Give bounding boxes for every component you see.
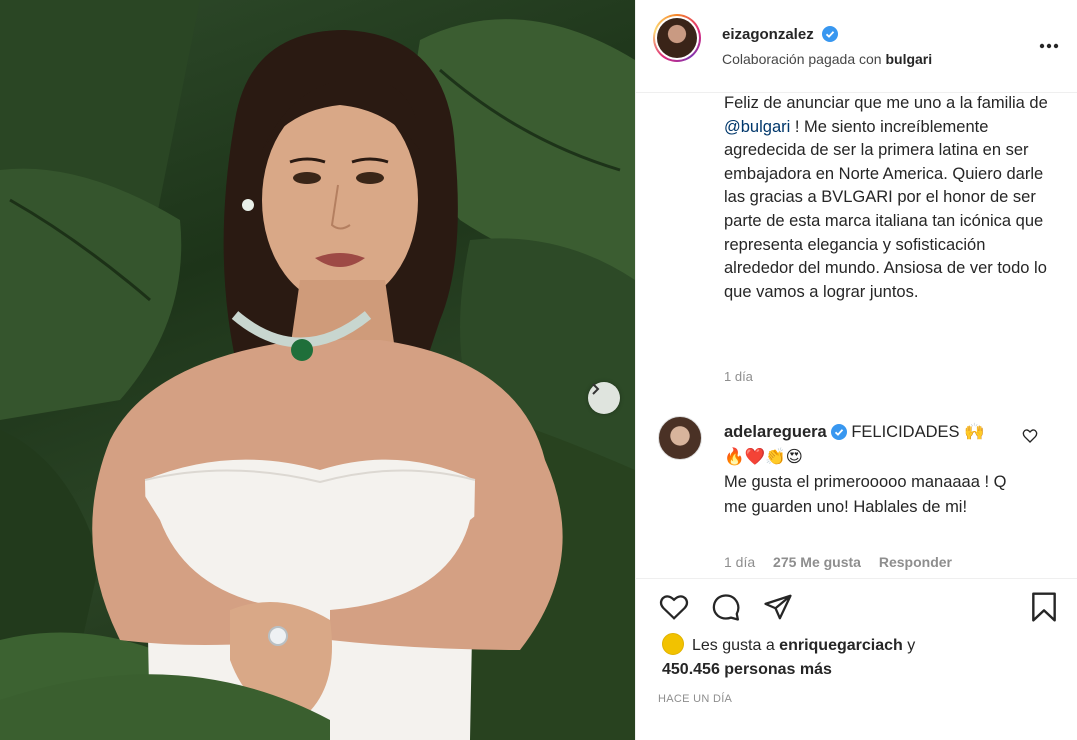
comment-emojis: 🔥❤️👏😍	[724, 448, 803, 466]
commenter-username[interactable]: adelareguera	[724, 423, 827, 441]
caption-time[interactable]: 1 día	[724, 369, 753, 384]
heart-icon	[659, 595, 689, 620]
like-comment-button[interactable]	[1022, 428, 1040, 446]
author-avatar[interactable]	[653, 14, 701, 62]
post-caption: Feliz de anunciar que me uno a la famili…	[724, 92, 1054, 304]
post-photo-illustration	[0, 0, 635, 740]
heart-icon	[1022, 429, 1038, 443]
commenter-avatar[interactable]	[658, 416, 702, 460]
paper-plane-icon	[764, 594, 792, 620]
liker-username[interactable]: enriquegarciach	[779, 637, 903, 654]
likes-mid: y	[902, 637, 916, 654]
paid-partnership-line: Colaboración pagada con bulgari	[722, 51, 932, 67]
likes-count-link[interactable]: 450.456 personas más	[662, 661, 832, 678]
like-post-button[interactable]	[658, 591, 690, 623]
partner-brand-link[interactable]: bulgari	[885, 51, 932, 67]
post-detail-panel: eizagonzalez Colaboración pagada con bul…	[635, 0, 1077, 740]
share-button[interactable]	[762, 591, 794, 623]
paid-partnership-label: Colaboración pagada con	[722, 51, 882, 67]
chevron-right-icon	[592, 383, 600, 395]
caption-mention-link[interactable]: @bulgari	[724, 118, 790, 136]
reply-button[interactable]: Responder	[879, 554, 952, 570]
caption-text-2: ! Me siento increíblemente agredecida de…	[724, 117, 1047, 301]
comment-meta: 1 día 275 Me gusta Responder	[724, 554, 966, 572]
comment-text-1: FELICIDADES 🙌	[846, 423, 985, 441]
verified-badge-icon	[821, 26, 838, 42]
likes-summary: Les gusta a enriquegarciach y 450.456 pe…	[662, 633, 1022, 682]
comment-time[interactable]: 1 día	[724, 554, 755, 570]
verified-badge-icon	[830, 424, 847, 440]
caption-text-1: Feliz de anunciar que me uno a la famili…	[724, 94, 1048, 112]
more-options-button[interactable]	[1037, 34, 1061, 58]
next-photo-button[interactable]	[588, 382, 620, 414]
post-header: eizagonzalez Colaboración pagada con bul…	[636, 0, 1077, 93]
comment-button[interactable]	[710, 591, 742, 623]
post-actions-bar	[636, 578, 1077, 638]
post-photo[interactable]	[0, 0, 635, 740]
comment-text-2: Me gusta el primerooooo manaaaa ! Q me g…	[724, 473, 1007, 516]
bookmark-icon	[1032, 592, 1056, 622]
likes-prefix: Les gusta a	[692, 637, 780, 654]
more-horizontal-icon	[1039, 43, 1059, 49]
author-username[interactable]: eizagonzalez	[722, 26, 838, 43]
save-button[interactable]	[1028, 591, 1060, 623]
comment-item: adelareguera FELICIDADES 🙌 🔥❤️👏😍 Me gust…	[724, 420, 1024, 520]
liker-avatar[interactable]	[662, 633, 684, 655]
comment-bubble-icon	[712, 594, 740, 621]
post-timestamp[interactable]: HACE UN DÍA	[658, 693, 732, 705]
author-username-text[interactable]: eizagonzalez	[722, 26, 814, 43]
comment-likes[interactable]: 275 Me gusta	[773, 554, 861, 570]
